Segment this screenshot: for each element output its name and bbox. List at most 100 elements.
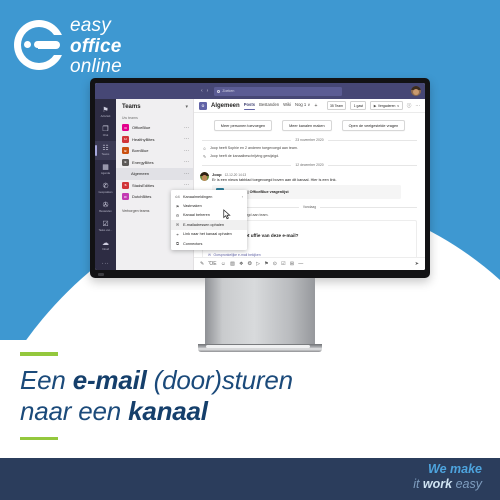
add-tab-icon[interactable]: + xyxy=(314,103,317,109)
composer-icon-group: ✎ ὌE ☺ ▧ ❖ ❂ ▷ ⚑ ⊙ ☑ ⊞ — xyxy=(200,261,303,267)
back-arrow-icon[interactable]: ‹ xyxy=(201,88,203,94)
context-menu-item[interactable]: ὑ4 Kanaalmeldingen › xyxy=(171,192,247,201)
system-message-text: Joop heeft Sophie en 2 anderen toegevoeg… xyxy=(210,145,298,150)
channel-header-actions: 35 Team 1 gast ▶ Vergaderen ∨ ⓘ ··· xyxy=(326,101,420,110)
calendar-icon: ▦ xyxy=(102,164,109,171)
team-more-options-icon[interactable]: ··· xyxy=(184,160,189,165)
schedule-icon[interactable]: ▷ xyxy=(256,261,260,267)
phone-icon: ✆ xyxy=(102,183,109,190)
rail-item-label: Activiteit xyxy=(100,115,111,118)
cta-button[interactable]: Open de veelgestelde vragen xyxy=(341,120,406,131)
rail-item-label: Tasks van... xyxy=(98,229,113,232)
send-icon[interactable]: ➤ xyxy=(415,261,419,267)
filter-icon[interactable]: ▾ xyxy=(185,104,188,110)
logo-line-easy: easy xyxy=(70,15,111,36)
stream-icon[interactable]: ⚑ xyxy=(264,261,268,267)
context-menu-item[interactable]: ⚙ Kanaal beheren xyxy=(171,211,247,220)
praise-icon[interactable]: ⊙ xyxy=(273,261,277,267)
teams-icon: ☷ xyxy=(102,145,109,152)
rail-more-icon[interactable]: ··· xyxy=(102,261,110,267)
guest-count-pill[interactable]: 1 gast xyxy=(350,101,367,110)
monitor-stand-neck xyxy=(205,278,315,346)
team-name: StadsEdities xyxy=(132,182,155,188)
date-label: 12 december 2020 xyxy=(295,163,324,168)
team-avatar: O xyxy=(122,124,129,132)
format-icon[interactable]: ✎ xyxy=(200,261,204,267)
message-timestamp: 12-12-20 14:13 xyxy=(224,173,247,178)
date-label: 23 november 2020 xyxy=(295,138,324,142)
cta-button[interactable]: Meer kanalen maken xyxy=(282,120,332,131)
team-row[interactable]: H HealthyBites ··· xyxy=(116,134,193,146)
activiteit-icon: ⚑ xyxy=(102,107,109,114)
avatar[interactable] xyxy=(411,86,421,96)
channel-tabs: Posts Bestanden Wiki Nog 1 ∨ xyxy=(243,102,310,110)
context-menu-item[interactable]: ⚭ Link naar het kanaal ophalen xyxy=(171,230,247,239)
teams-nav-arrows[interactable]: ‹ › xyxy=(201,88,208,94)
view-original-email-link[interactable]: ✉ Oorspronkelijke e-mail bekijken xyxy=(208,253,411,257)
team-row[interactable]: Algemeen ··· xyxy=(116,168,193,180)
logo-line-office: office xyxy=(70,35,122,57)
team-row[interactable]: E EnergyBites ··· xyxy=(116,157,193,169)
tab-bestanden[interactable]: Bestanden xyxy=(259,102,279,109)
team-avatar: D xyxy=(122,193,129,201)
info-icon[interactable]: ⓘ xyxy=(407,103,412,109)
rail-item-cloud[interactable]: ☁ Cloud xyxy=(95,236,116,255)
team-more-options-icon[interactable]: ··· xyxy=(184,137,189,142)
team-row[interactable]: O OfficeBlue ··· xyxy=(116,122,193,134)
rail-item-activiteit[interactable]: ⚑ Activiteit xyxy=(95,103,116,122)
context-menu-item[interactable]: ⧉ Connectors xyxy=(171,239,247,248)
avatar xyxy=(200,172,209,182)
meet-label: Vergaderen xyxy=(377,103,396,108)
rail-item-label: Cloud xyxy=(102,248,109,251)
team-avatar: B xyxy=(122,147,129,155)
rail-item-agenda[interactable]: ▦ Agenda xyxy=(95,160,116,179)
search-input[interactable]: Zoeken xyxy=(214,86,343,96)
headline-line1-b: e-mail xyxy=(72,364,147,395)
rail-item-bestanden[interactable]: ✇ Bestanden xyxy=(95,198,116,217)
context-menu-item[interactable]: ⚑ Vastmaken xyxy=(171,201,247,210)
more-icon[interactable]: — xyxy=(298,261,303,267)
forward-arrow-icon[interactable]: › xyxy=(207,88,209,94)
rail-item-label: Teams xyxy=(101,153,110,156)
video-icon: ▶ xyxy=(373,103,377,108)
brand-logo-text: easy office online xyxy=(70,15,122,78)
team-more-options-icon[interactable]: ··· xyxy=(184,183,189,188)
rail-item-label: Agenda xyxy=(101,172,110,175)
channel-context-menu: ὑ4 Kanaalmeldingen › ⚑ Vastmaken ⚙ Kanaal behe… xyxy=(171,190,247,251)
cta-button-row: Meer personen toevoegen Meer kanalen make… xyxy=(194,113,425,135)
mouse-cursor-icon xyxy=(223,209,231,220)
rail-item-teams[interactable]: ☷ Teams xyxy=(95,141,116,160)
attach-icon[interactable]: ὌE xyxy=(208,261,216,267)
giphy-icon[interactable]: ▧ xyxy=(230,261,235,267)
message-author: Joop xyxy=(212,172,222,178)
team-more-options-icon[interactable]: ··· xyxy=(184,125,189,130)
more-options-icon[interactable]: ··· xyxy=(415,103,420,108)
system-messages: ☺ Joop heeft Sophie en 2 anderen toegevoe… xyxy=(194,144,425,160)
emoji-icon[interactable]: ☺ xyxy=(221,261,226,267)
view-original-label: Oorspronkelijke e-mail bekijken xyxy=(213,252,261,257)
team-count-pill[interactable]: 35 Team xyxy=(326,101,347,110)
rail-item-chat[interactable]: ❐ Chat xyxy=(95,122,116,141)
meet-now-icon[interactable]: ❂ xyxy=(248,261,252,267)
sticker-icon[interactable]: ❖ xyxy=(239,261,243,267)
tab-wiki[interactable]: Wiki xyxy=(283,102,291,109)
tab-posts[interactable]: Posts xyxy=(243,102,256,110)
headline-line2-b: kanaal xyxy=(128,396,208,427)
team-more-options-icon[interactable]: ··· xyxy=(184,148,189,153)
rail-item-gesprekken[interactable]: ✆ Gesprekken xyxy=(95,179,116,198)
team-more-options-icon[interactable]: ··· xyxy=(184,171,189,176)
approvals-icon[interactable]: ☑ xyxy=(281,261,285,267)
tab-nog-1[interactable]: Nog 1 ∨ xyxy=(295,102,310,109)
forms-icon[interactable]: ⊞ xyxy=(290,261,294,267)
rail-item-label: Bestanden xyxy=(99,210,112,213)
today-label: Vandaag xyxy=(302,205,317,210)
message-text: Er is een nieuw tabblad toegevoegd boven… xyxy=(212,178,337,183)
cta-button[interactable]: Meer personen toevoegen xyxy=(213,120,273,131)
meet-button[interactable]: ▶ Vergaderen ∨ xyxy=(370,101,403,110)
tagline-line1: We make xyxy=(428,462,482,476)
teams-title-bar: ‹ › Zoeken xyxy=(95,83,425,99)
rail-item-tasks-van[interactable]: ☑ Tasks van... xyxy=(95,217,116,236)
team-row[interactable]: B BornBlue ··· xyxy=(116,145,193,157)
context-menu-item[interactable]: ✉ E-mailadressen ophalen xyxy=(171,220,247,230)
rail-item-label: Chat xyxy=(102,134,109,137)
